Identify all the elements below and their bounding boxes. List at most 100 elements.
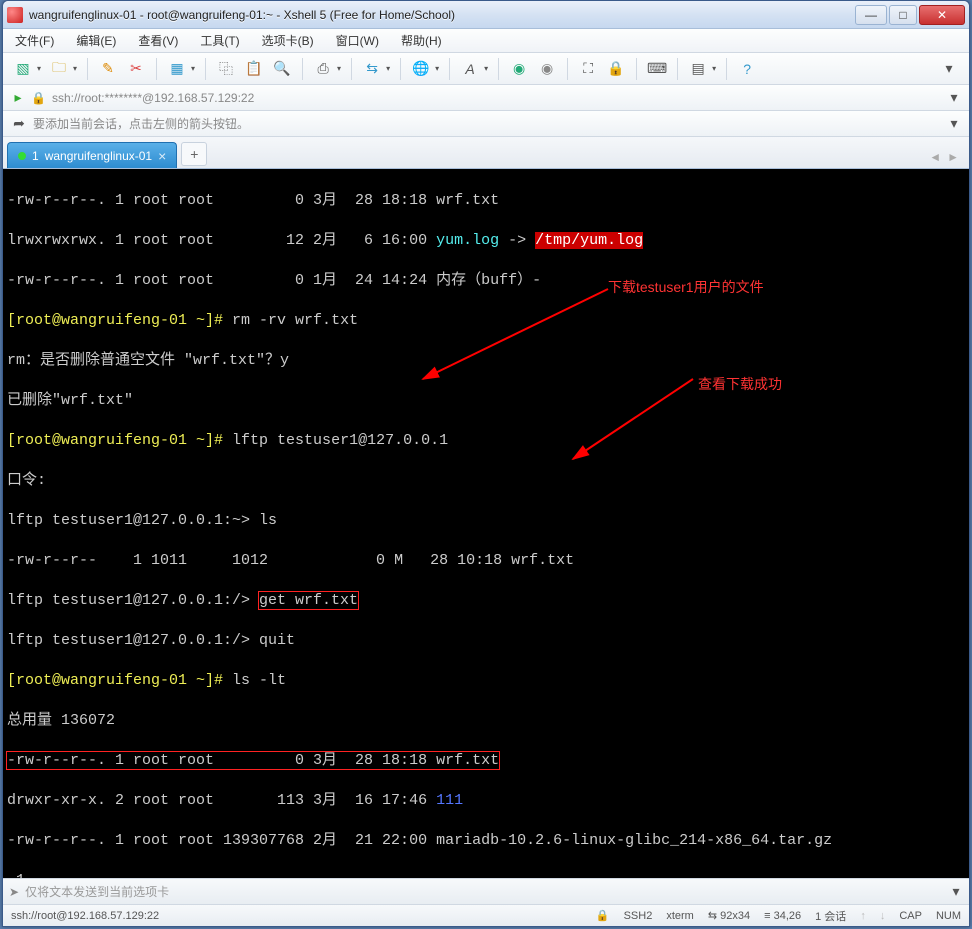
term-line: -rw-r--r--. 1 root root 0 1月 24 14:24 内存… — [7, 272, 541, 289]
term-line: 已删除"wrf.txt" — [7, 392, 133, 409]
command: lftp testuser1@127.0.0.1 — [232, 432, 448, 449]
term-line: 总用量 136072 — [7, 712, 115, 729]
annotation-text-1: 下载testuser1用户的文件 — [608, 277, 764, 297]
font-icon[interactable]: A — [458, 57, 482, 81]
status-down-icon: ↓ — [880, 910, 886, 922]
tab-next-icon[interactable]: ► — [947, 150, 959, 164]
prompt: [root@wangruifeng-01 ~]# — [7, 672, 232, 689]
menu-bar: 文件(F) 编辑(E) 查看(V) 工具(T) 选项卡(B) 窗口(W) 帮助(… — [3, 29, 969, 53]
session-tab[interactable]: 1 wangruifenglinux-01 × — [7, 142, 177, 168]
help-icon[interactable]: ? — [735, 57, 759, 81]
status-caps: CAP — [899, 910, 922, 922]
symlink-target: /tmp/yum.log — [535, 232, 643, 249]
status-num: NUM — [936, 910, 961, 922]
term-line: lftp testuser1@127.0.0.1:/> — [7, 592, 259, 609]
address-text[interactable]: ssh://root:********@192.168.57.129:22 — [52, 91, 941, 105]
globe-icon[interactable]: 🌐 — [409, 57, 433, 81]
status-lock-icon: 🔒 — [596, 909, 610, 922]
sendbar-overflow-icon[interactable]: ▾ — [949, 880, 963, 904]
term-line: -rw-r--r--. 1 root root 139307768 2月 21 … — [7, 832, 832, 849]
status-size: 92x34 — [720, 910, 750, 922]
symlink-name: yum.log — [436, 232, 499, 249]
tab-nav: ◄ ► — [929, 150, 965, 168]
copy-icon[interactable]: ⿻ — [214, 57, 238, 81]
tab-close-icon[interactable]: × — [158, 148, 166, 164]
menu-file[interactable]: 文件(F) — [11, 30, 58, 51]
tab-status-icon — [18, 152, 26, 160]
quickbar-overflow-icon[interactable]: ▾ — [947, 112, 961, 136]
tab-name: wangruifenglinux-01 — [45, 149, 152, 163]
open-icon[interactable]: 🗀 — [47, 57, 71, 81]
term-line: lftp testuser1@127.0.0.1:/> quit — [7, 632, 295, 649]
menu-view[interactable]: 查看(V) — [134, 30, 182, 51]
keyboard-icon[interactable]: ⌨ — [645, 57, 669, 81]
status-protocol: SSH2 — [624, 910, 653, 922]
term-line: drwxr-xr-x. 2 root root 113 3月 16 17:46 — [7, 792, 436, 809]
address-bar: ▸ 🔒 ssh://root:********@192.168.57.129:2… — [3, 85, 969, 111]
term-line: -rw-r--r--. 1 root root 0 3月 28 18:18 wr… — [7, 192, 499, 209]
term-line: lrwxrwxrwx. 1 root root 12 2月 6 16:00 — [7, 232, 436, 249]
disconnect-icon[interactable]: ✂ — [124, 57, 148, 81]
highlighted-line: -rw-r--r--. 1 root root 0 3月 28 18:18 wr… — [7, 752, 499, 769]
transfer-icon[interactable]: ⇆ — [360, 57, 384, 81]
color-icon[interactable]: ◉ — [507, 57, 531, 81]
app-icon — [7, 7, 23, 23]
new-session-icon[interactable]: ▧ — [11, 57, 35, 81]
tab-add-button[interactable]: + — [181, 142, 207, 166]
send-icon[interactable]: ➤ — [9, 885, 19, 899]
term-text: -> — [499, 232, 535, 249]
term-line: .1 — [7, 872, 25, 878]
menu-edit[interactable]: 编辑(E) — [72, 30, 120, 51]
toolbar: ▧▾ 🗀▾ ✎ ✂ ▦▾ ⿻ 📋 🔍 ⎙▾ ⇆▾ 🌐▾ A▾ ◉ ◉ ⛶ 🔒 ⌨… — [3, 53, 969, 85]
menu-tabs[interactable]: 选项卡(B) — [258, 30, 318, 51]
status-bar: ssh://root@192.168.57.129:22 🔒 SSH2 xter… — [3, 904, 969, 926]
window-controls: — □ ✕ — [855, 5, 965, 25]
term-line: lftp testuser1@127.0.0.1:~> ls — [7, 512, 277, 529]
address-icon[interactable]: ▸ — [11, 86, 25, 110]
dir-name: 111 — [436, 792, 463, 809]
quick-bar: ➦ 要添加当前会话，点击左侧的箭头按钮。 ▾ — [3, 111, 969, 137]
titlebar-text: wangruifenglinux-01 - root@wangruifeng-0… — [29, 8, 855, 22]
menu-help[interactable]: 帮助(H) — [397, 30, 446, 51]
toolbar-overflow-icon[interactable]: ▾ — [937, 57, 961, 81]
tab-prev-icon[interactable]: ◄ — [929, 150, 941, 164]
tab-bar: 1 wangruifenglinux-01 × + ◄ ► — [3, 137, 969, 169]
annotation-text-2: 查看下载成功 — [698, 374, 782, 394]
send-bar: ➤ 仅将文本发送到当前选项卡 ▾ — [3, 878, 969, 904]
color2-icon[interactable]: ◉ — [535, 57, 559, 81]
titlebar[interactable]: wangruifenglinux-01 - root@wangruifeng-0… — [3, 1, 969, 29]
term-line: 口令: — [7, 472, 46, 489]
terminal[interactable]: -rw-r--r--. 1 root root 0 3月 28 18:18 wr… — [3, 169, 969, 878]
status-terminal: xterm — [666, 910, 694, 922]
status-pos-icon: ≡ — [764, 910, 773, 922]
maximize-button[interactable]: □ — [889, 5, 917, 25]
reconnect-icon[interactable]: ✎ — [96, 57, 120, 81]
layout-icon[interactable]: ▤ — [686, 57, 710, 81]
quick-bar-hint: 要添加当前会话，点击左侧的箭头按钮。 — [33, 115, 249, 132]
term-line: rm：是否删除普通空文件 "wrf.txt"？y — [7, 352, 289, 369]
paste-icon[interactable]: 📋 — [242, 57, 266, 81]
close-button[interactable]: ✕ — [919, 5, 965, 25]
command: rm -rv wrf.txt — [232, 312, 358, 329]
minimize-button[interactable]: — — [855, 5, 887, 25]
address-overflow-icon[interactable]: ▾ — [947, 86, 961, 110]
term-line: -rw-r--r-- 1 1011 1012 0 M 28 10:18 wrf.… — [7, 552, 574, 569]
menu-window[interactable]: 窗口(W) — [332, 30, 383, 51]
find-icon[interactable]: 🔍 — [270, 57, 294, 81]
xshell-window: wangruifenglinux-01 - root@wangruifeng-0… — [2, 0, 970, 927]
fullscreen-icon[interactable]: ⛶ — [576, 57, 600, 81]
send-bar-hint[interactable]: 仅将文本发送到当前选项卡 — [25, 883, 169, 900]
status-position: 34,26 — [774, 910, 802, 922]
status-connection: ssh://root@192.168.57.129:22 — [11, 910, 159, 922]
add-session-icon[interactable]: ➦ — [11, 112, 27, 136]
properties-icon[interactable]: ▦ — [165, 57, 189, 81]
status-size-icon: ⇆ — [708, 910, 720, 922]
menu-tools[interactable]: 工具(T) — [196, 30, 243, 51]
lock-icon[interactable]: 🔒 — [604, 57, 628, 81]
status-sessions: 1 会话 — [815, 908, 846, 924]
status-up-icon: ↑ — [860, 910, 866, 922]
command: ls -lt — [232, 672, 286, 689]
tab-index: 1 — [32, 149, 39, 163]
print-icon[interactable]: ⎙ — [311, 57, 335, 81]
prompt: [root@wangruifeng-01 ~]# — [7, 432, 232, 449]
